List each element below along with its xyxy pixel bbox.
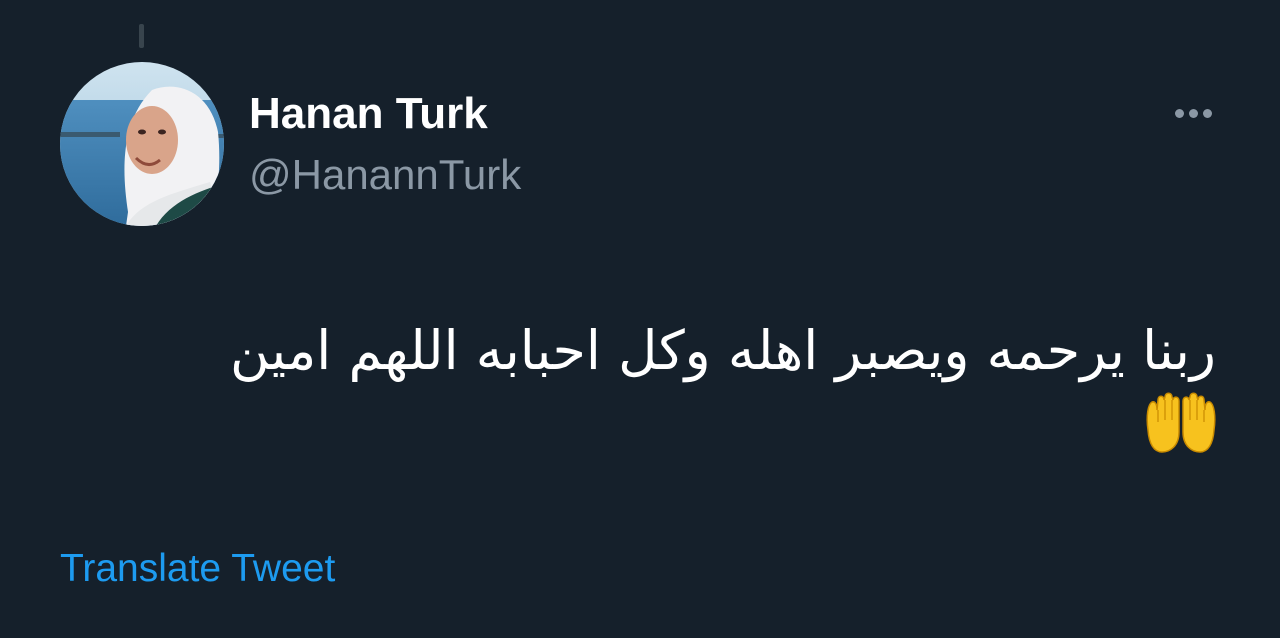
more-options-button[interactable] [1166, 96, 1220, 130]
profile-photo-icon [60, 62, 224, 226]
avatar[interactable] [60, 62, 224, 226]
palms-up-together-emoji: 🤲 [1144, 392, 1218, 454]
ellipsis-icon [1202, 108, 1212, 118]
tweet-text: ربنا يرحمه ويصبر اهله وكل احبابه اللهم ا… [229, 319, 1216, 382]
palms-up-icon [1146, 392, 1216, 453]
author-display-name[interactable]: Hanan Turk [249, 92, 488, 136]
author-handle[interactable]: @HanannTurk [249, 154, 521, 196]
translate-tweet-link[interactable]: Translate Tweet [60, 549, 335, 588]
tweet-detail: Hanan Turk @HanannTurk ربنا يرحمه ويصبر … [0, 0, 1280, 638]
ellipsis-icon [1174, 108, 1184, 118]
thread-connector-line [139, 24, 144, 48]
ellipsis-icon [1188, 108, 1198, 118]
